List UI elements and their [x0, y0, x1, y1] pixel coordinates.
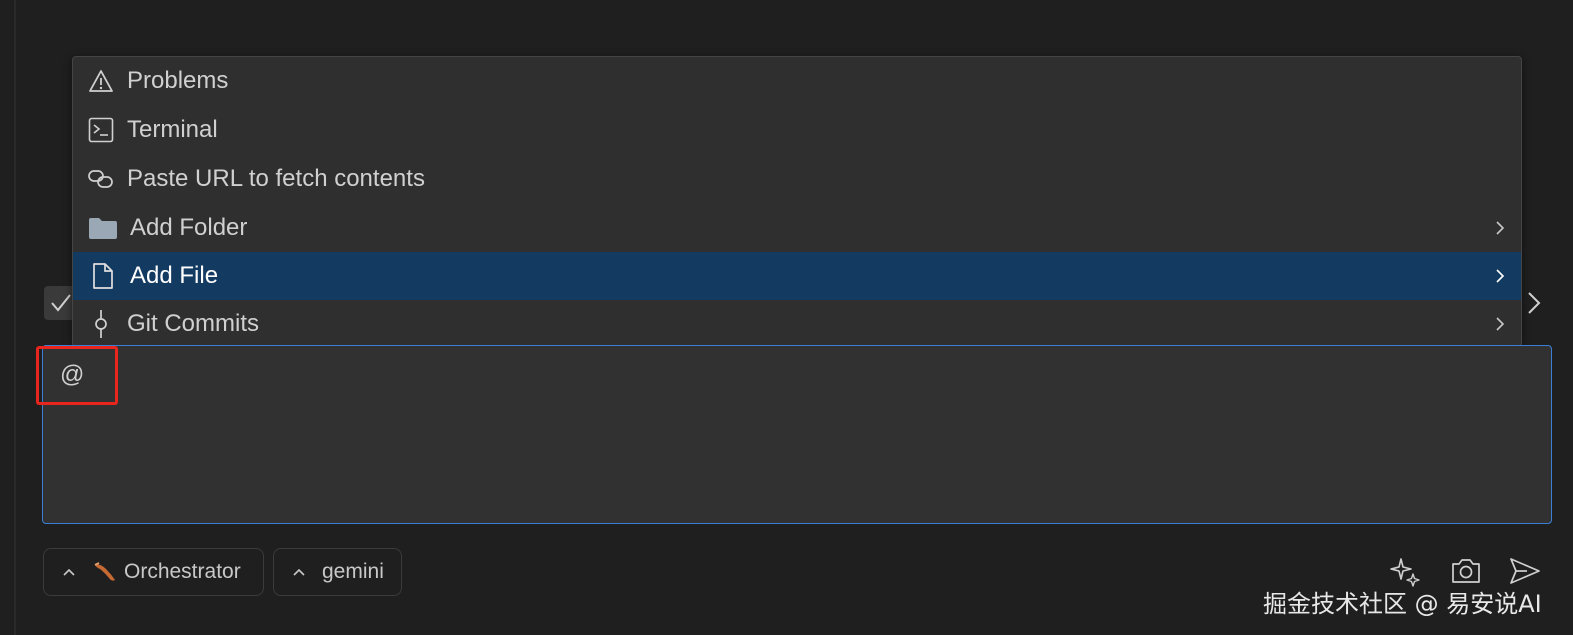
check-icon: [51, 294, 71, 312]
send-icon[interactable]: [1509, 556, 1541, 586]
context-mention-menu: Problems Terminal Paste URL to fetch con…: [72, 56, 1522, 347]
mode-label: Orchestrator: [124, 560, 241, 583]
warning-icon: [87, 67, 115, 95]
menu-item-add-folder[interactable]: Add Folder: [73, 204, 1521, 252]
menu-item-paste-url[interactable]: Paste URL to fetch contents: [73, 155, 1521, 203]
watermark-text: 掘金技术社区 @ 易安说AI: [1263, 590, 1542, 618]
camera-icon[interactable]: [1450, 556, 1482, 586]
model-label: gemini: [322, 560, 384, 583]
menu-item-label: Add Folder: [130, 214, 248, 241]
model-selector[interactable]: gemini: [273, 548, 402, 596]
annotation-highlight-box: [36, 346, 118, 405]
left-panel-border: [14, 0, 16, 635]
boomerang-icon: [92, 560, 118, 584]
menu-item-label: Problems: [127, 67, 229, 94]
chevron-right-icon: [1496, 221, 1505, 235]
chevron-up-icon: [62, 567, 76, 577]
mode-selector[interactable]: Orchestrator: [43, 548, 264, 596]
chevron-right-icon: [1496, 317, 1505, 331]
folder-icon: [87, 214, 119, 242]
chevron-right-icon[interactable]: [1526, 291, 1542, 315]
chat-input[interactable]: [42, 345, 1552, 524]
file-icon: [87, 262, 119, 290]
menu-item-label: Paste URL to fetch contents: [127, 165, 425, 192]
chevron-right-icon: [1496, 269, 1505, 283]
menu-item-label: Git Commits: [127, 310, 259, 337]
menu-item-add-file[interactable]: Add File: [73, 252, 1521, 300]
menu-item-label: Add File: [130, 262, 219, 289]
menu-item-terminal[interactable]: Terminal: [73, 106, 1521, 154]
menu-item-git-commits[interactable]: Git Commits: [73, 300, 1521, 346]
menu-item-problems[interactable]: Problems: [73, 57, 1521, 105]
terminal-icon: [87, 116, 115, 144]
git-commit-icon: [87, 310, 115, 338]
link-icon: [87, 165, 115, 193]
menu-item-label: Terminal: [127, 116, 218, 143]
chevron-up-icon: [292, 567, 306, 577]
